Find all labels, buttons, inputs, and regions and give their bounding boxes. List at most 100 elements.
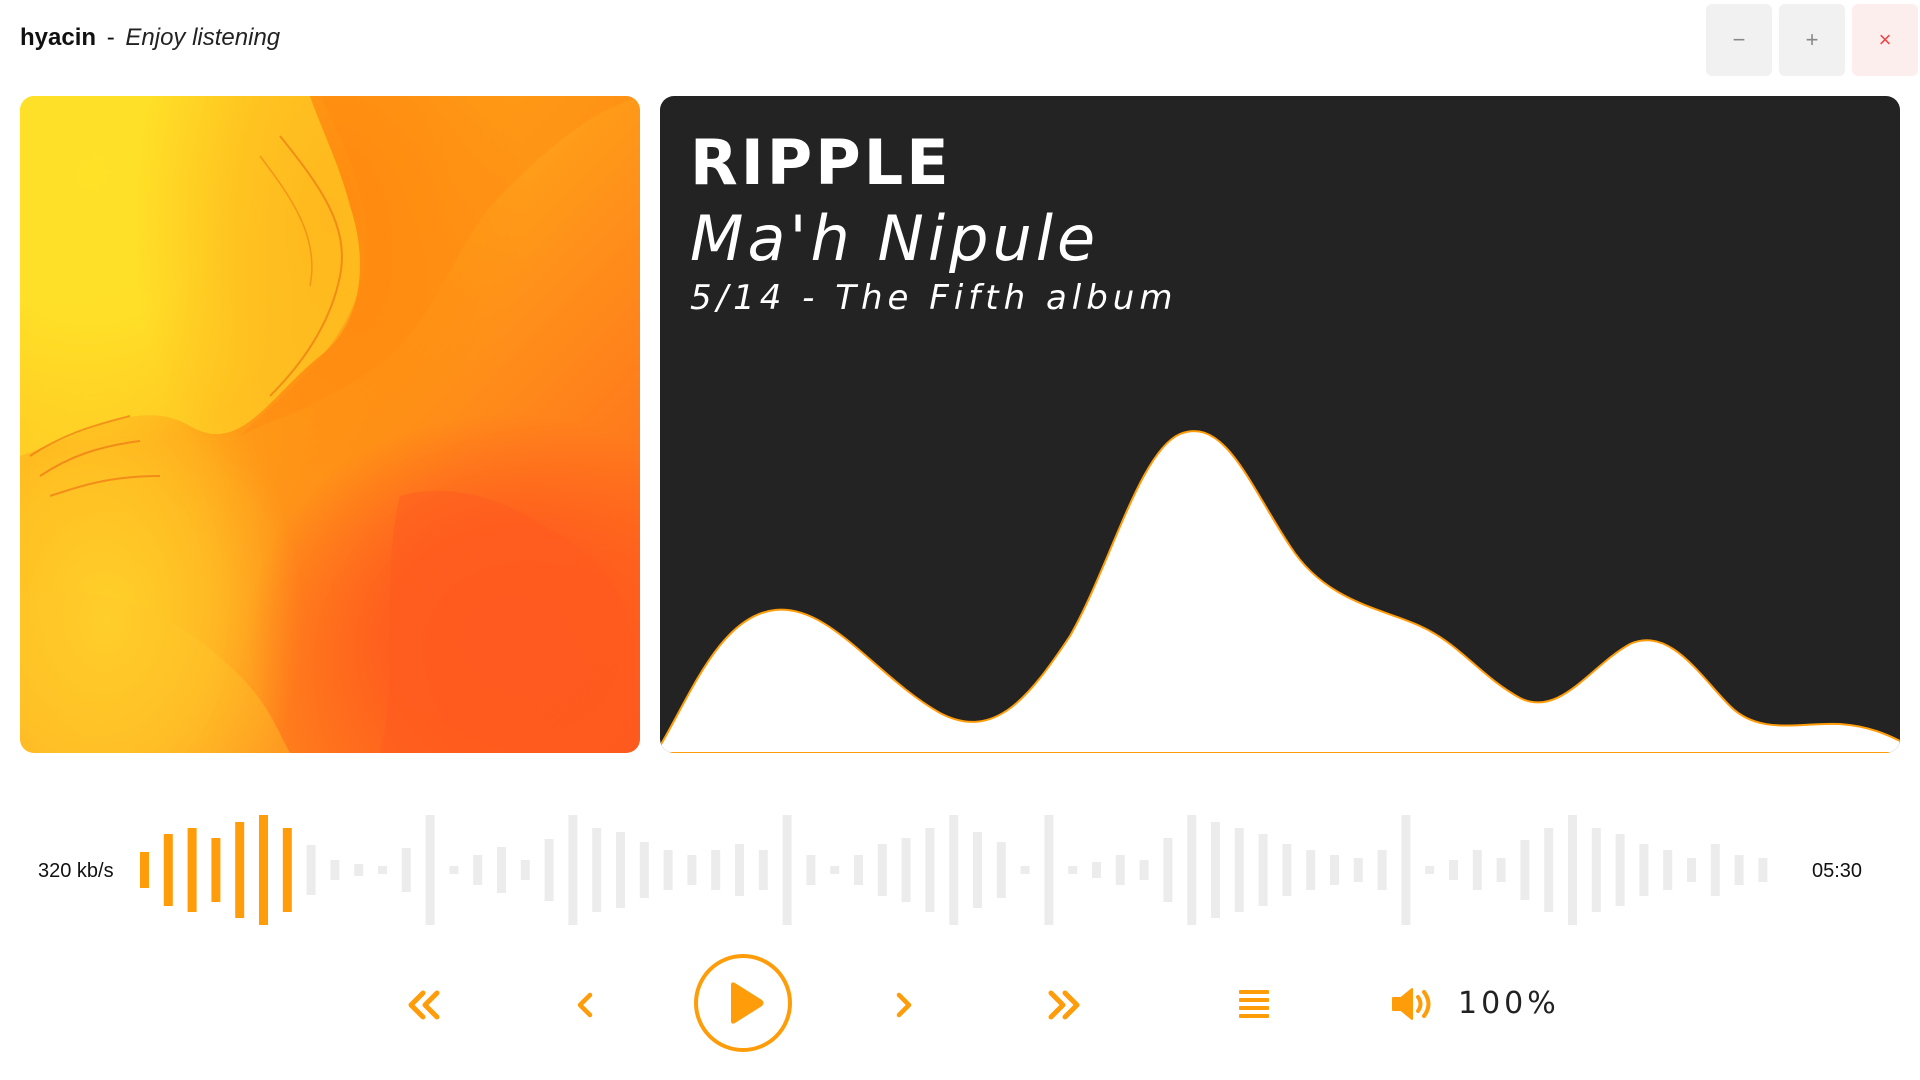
- duration-label: 05:30: [1812, 860, 1863, 882]
- waveform-bar: [1163, 838, 1173, 902]
- playlist-button[interactable]: [1232, 982, 1276, 1026]
- play-icon: [694, 954, 792, 1052]
- waveform-bar: [782, 815, 792, 925]
- volume-level: 100%: [1458, 986, 1560, 1021]
- waveform-bar-played: [140, 852, 149, 888]
- previous-button[interactable]: [568, 980, 602, 1030]
- waveform-bar-played: [259, 815, 268, 925]
- close-icon: ×: [1878, 27, 1892, 52]
- waveform-bar: [497, 847, 506, 893]
- waveform-bar: [735, 844, 744, 896]
- waveform-bar: [306, 845, 316, 895]
- waveform-bar: [1115, 855, 1125, 885]
- waveform-bar: [354, 864, 364, 876]
- waveform-bar: [1234, 828, 1244, 912]
- skip-to-start-icon: [408, 990, 440, 1020]
- waveform-bar: [663, 850, 673, 890]
- waveform-bar: [1425, 866, 1435, 874]
- title-separator: -: [106, 24, 115, 51]
- waveform-bar: [1377, 850, 1387, 890]
- waveform-bar-played: [235, 822, 245, 918]
- waveform-bar: [925, 828, 935, 912]
- now-playing-panel: RIPPLE Ma'h Nipule 5/14 - The Fifth albu…: [660, 96, 1900, 753]
- waveform-bar: [544, 839, 554, 901]
- waveform-bar: [1044, 815, 1054, 925]
- waveform-bar: [378, 866, 387, 874]
- next-icon: [896, 992, 912, 1018]
- waveform-bar: [425, 815, 435, 925]
- waveform-bar: [1639, 844, 1649, 896]
- volume-button[interactable]: [1390, 982, 1436, 1026]
- waveform-seek-bar[interactable]: [140, 810, 1780, 930]
- minimize-icon: −: [1732, 27, 1746, 52]
- waveform-bar: [901, 838, 911, 902]
- volume-icon: [1392, 988, 1431, 1020]
- track-title: RIPPLE: [690, 126, 952, 199]
- minimize-button[interactable]: −: [1706, 4, 1772, 76]
- play-button[interactable]: [693, 953, 793, 1053]
- app-tagline: Enjoy listening: [125, 24, 281, 51]
- waveform-bar-played: [187, 828, 197, 912]
- waveform-bar: [711, 850, 721, 890]
- waveform-bar: [687, 855, 697, 885]
- waveform-bar: [949, 815, 959, 925]
- waveform-bar: [1187, 815, 1197, 925]
- waveform-bar: [449, 866, 459, 874]
- waveform-bar: [1330, 855, 1339, 885]
- waveform-bar: [520, 860, 530, 880]
- window-title: hyacin - Enjoy listening: [20, 24, 280, 52]
- waveform-bar: [1211, 822, 1220, 918]
- waveform-bar: [973, 832, 982, 908]
- waveform-bar: [330, 860, 340, 880]
- waveform-bar: [1306, 850, 1316, 890]
- waveform-bar: [1591, 828, 1601, 912]
- waveform-bar: [1520, 840, 1530, 900]
- track-album-info: 5/14 - The Fifth album: [690, 278, 1178, 318]
- waveform-bar: [1449, 860, 1458, 880]
- waveform-bar: [1710, 844, 1720, 896]
- waveform-bar: [1758, 858, 1768, 882]
- skip-to-start-button[interactable]: [398, 980, 448, 1030]
- waveform-bar: [616, 832, 625, 908]
- waveform-bar: [1687, 858, 1696, 882]
- close-button[interactable]: ×: [1852, 4, 1918, 76]
- waveform-bar: [1734, 855, 1744, 885]
- next-button[interactable]: [887, 980, 921, 1030]
- waveform-bar: [1092, 862, 1101, 878]
- waveform-bar: [1139, 860, 1149, 880]
- waveform-bar: [401, 848, 411, 892]
- waveform-bar: [1020, 866, 1030, 874]
- waveform-bar-played: [282, 828, 292, 912]
- skip-to-end-button[interactable]: [1040, 980, 1090, 1030]
- music-player-window: hyacin - Enjoy listening − + × RIPPLE Ma…: [0, 0, 1920, 1080]
- waveform-bar: [806, 855, 816, 885]
- waveform-bar: [1615, 834, 1625, 906]
- bitrate-label: 320 kb/s: [38, 860, 114, 882]
- waveform-bar-played: [211, 838, 221, 902]
- album-cover-artwork: [20, 96, 640, 753]
- waveform-bar: [830, 866, 840, 874]
- waveform-bar: [1544, 828, 1554, 912]
- waveform-bar: [1068, 866, 1078, 874]
- waveform-bar: [639, 842, 649, 898]
- maximize-icon: +: [1805, 27, 1819, 52]
- waveform-bar: [996, 842, 1006, 898]
- maximize-button[interactable]: +: [1779, 4, 1845, 76]
- waveform-bar: [592, 828, 602, 912]
- waveform-bar: [1282, 844, 1292, 896]
- playlist-icon: [1239, 990, 1269, 1018]
- waveform-bar: [854, 855, 863, 885]
- waveform-bar: [1568, 815, 1577, 925]
- waveform-bar: [1258, 834, 1268, 906]
- skip-to-end-icon: [1048, 990, 1080, 1020]
- waveform-bar: [1472, 850, 1482, 890]
- waveform-bar: [877, 844, 887, 896]
- waveform-bar: [1401, 815, 1411, 925]
- waveform-bar: [473, 855, 483, 885]
- waveform-bar-played: [163, 834, 173, 906]
- waveform-bar: [1496, 858, 1506, 882]
- waveform-bar: [1353, 858, 1363, 882]
- title-bar: hyacin - Enjoy listening − + ×: [0, 0, 1920, 80]
- album-cover: [20, 96, 640, 753]
- waveform-bar: [1663, 850, 1673, 890]
